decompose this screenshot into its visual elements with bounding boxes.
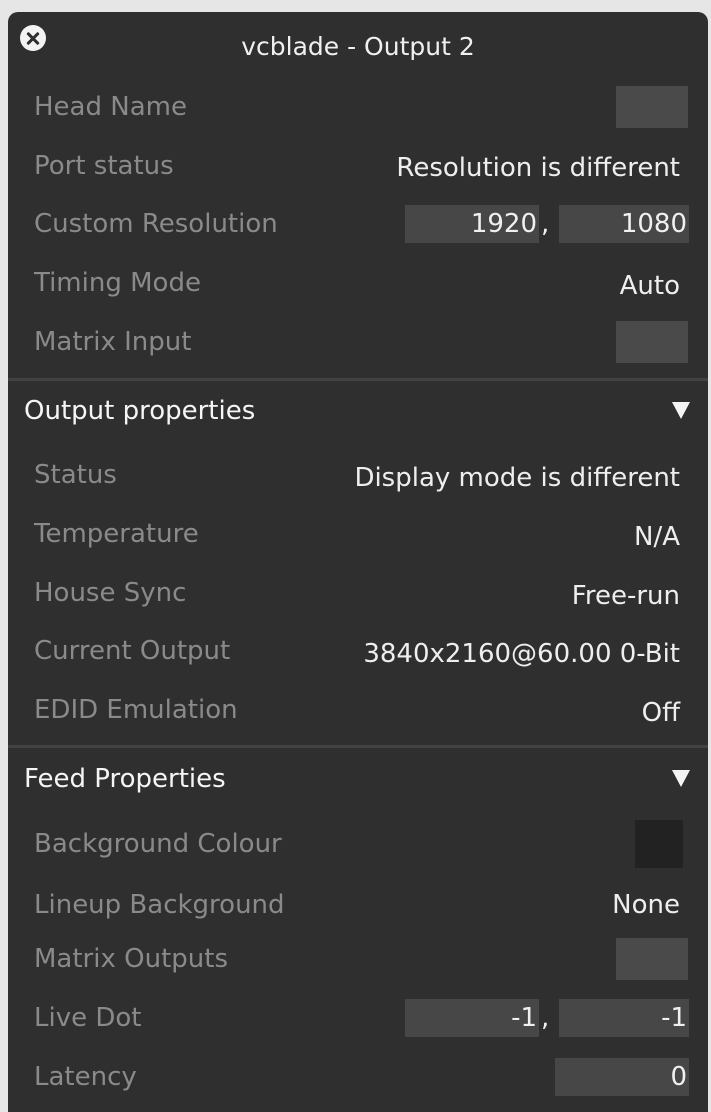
matrix-input-field[interactable] (616, 321, 688, 363)
feed-properties-header[interactable]: Feed Properties (24, 763, 226, 795)
latency-label: Latency (34, 1062, 137, 1092)
status-label: Status (34, 460, 117, 490)
triangle-down-icon[interactable] (672, 770, 690, 787)
current-output-label: Current Output (34, 636, 231, 666)
status-value: Display mode is different (354, 463, 680, 493)
lineup-background-label: Lineup Background (34, 890, 285, 920)
head-name-field[interactable] (616, 86, 688, 128)
custom-resolution-label: Custom Resolution (34, 209, 278, 239)
lineup-background-value[interactable]: None (612, 889, 680, 921)
temperature-label: Temperature (34, 519, 199, 549)
edid-emulation-label: EDID Emulation (34, 695, 238, 725)
latency-field[interactable]: 0 (555, 1058, 689, 1096)
temperature-value: N/A (634, 522, 680, 552)
custom-resolution-height-field[interactable]: 1080 (559, 205, 689, 243)
matrix-outputs-field[interactable] (616, 938, 688, 980)
triangle-down-icon[interactable] (672, 402, 690, 419)
matrix-input-label: Matrix Input (34, 327, 192, 357)
current-output-value: 3840x2160@60.00 0-Bit (363, 639, 680, 669)
section-divider (8, 745, 708, 748)
section-divider (8, 378, 708, 381)
timing-mode-label: Timing Mode (34, 268, 201, 298)
live-dot-label: Live Dot (34, 1003, 142, 1033)
edid-emulation-value: Off (641, 698, 680, 728)
custom-resolution-width-field[interactable]: 1920 (405, 205, 539, 243)
house-sync-label: House Sync (34, 578, 187, 608)
output-properties-header[interactable]: Output properties (24, 395, 255, 427)
output-panel: vcblade - Output 2 Head Name Port status… (8, 12, 708, 1112)
live-dot-y-field[interactable]: -1 (559, 999, 689, 1037)
head-name-label: Head Name (34, 92, 187, 122)
port-status-label: Port status (34, 151, 174, 181)
live-dot-x-field[interactable]: -1 (405, 999, 539, 1037)
title-bar: vcblade - Output 2 (8, 12, 708, 76)
timing-mode-value[interactable]: Auto (620, 270, 680, 302)
live-dot-separator: , (541, 1003, 550, 1033)
port-status-value: Resolution is different (396, 153, 680, 183)
resolution-separator: , (541, 209, 550, 239)
matrix-outputs-label: Matrix Outputs (34, 944, 228, 974)
house-sync-value: Free-run (571, 581, 680, 611)
background-colour-swatch[interactable] (635, 820, 683, 868)
background-colour-label: Background Colour (34, 829, 282, 859)
window-title: vcblade - Output 2 (241, 32, 475, 61)
